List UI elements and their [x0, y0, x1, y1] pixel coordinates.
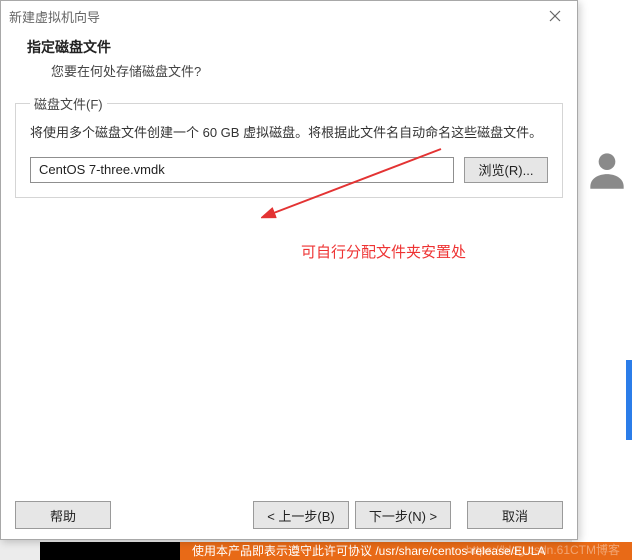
disk-file-input[interactable] [30, 157, 454, 183]
help-button[interactable]: 帮助 [15, 501, 111, 529]
disk-file-group: 磁盘文件(F) 将使用多个磁盘文件创建一个 60 GB 虚拟磁盘。将根据此文件名… [15, 94, 563, 198]
cancel-button[interactable]: 取消 [467, 501, 563, 529]
wizard-header: 指定磁盘文件 您要在何处存储磁盘文件? [1, 31, 577, 92]
person-icon [582, 145, 632, 195]
back-button[interactable]: < 上一步(B) [253, 501, 349, 529]
browse-button[interactable]: 浏览(R)... [464, 157, 548, 183]
titlebar: 新建虚拟机向导 [1, 1, 577, 31]
annotation-text: 可自行分配文件夹安置处 [301, 241, 466, 262]
wizard-button-row: 帮助 < 上一步(B) 下一步(N) > 取消 [1, 491, 577, 539]
next-button[interactable]: 下一步(N) > [355, 501, 451, 529]
titlebar-title: 新建虚拟机向导 [9, 7, 100, 26]
close-button[interactable] [533, 1, 577, 31]
disk-file-row: 浏览(R)... [30, 157, 548, 183]
wizard-dialog: 新建虚拟机向导 指定磁盘文件 您要在何处存储磁盘文件? 磁盘文件(F) 将使用多… [0, 0, 578, 540]
header-subtitle: 您要在何处存储磁盘文件? [27, 61, 551, 80]
disk-file-legend: 磁盘文件(F) [30, 94, 107, 113]
watermark-text: https://blog.csdn.61CTM博客 [466, 541, 620, 558]
disk-file-description: 将使用多个磁盘文件创建一个 60 GB 虚拟磁盘。将根据此文件名自动命名这些磁盘… [30, 123, 548, 143]
header-title: 指定磁盘文件 [27, 37, 551, 57]
close-icon [549, 10, 561, 22]
backdrop-panel [572, 0, 632, 560]
backdrop-blue-bar [626, 360, 632, 440]
